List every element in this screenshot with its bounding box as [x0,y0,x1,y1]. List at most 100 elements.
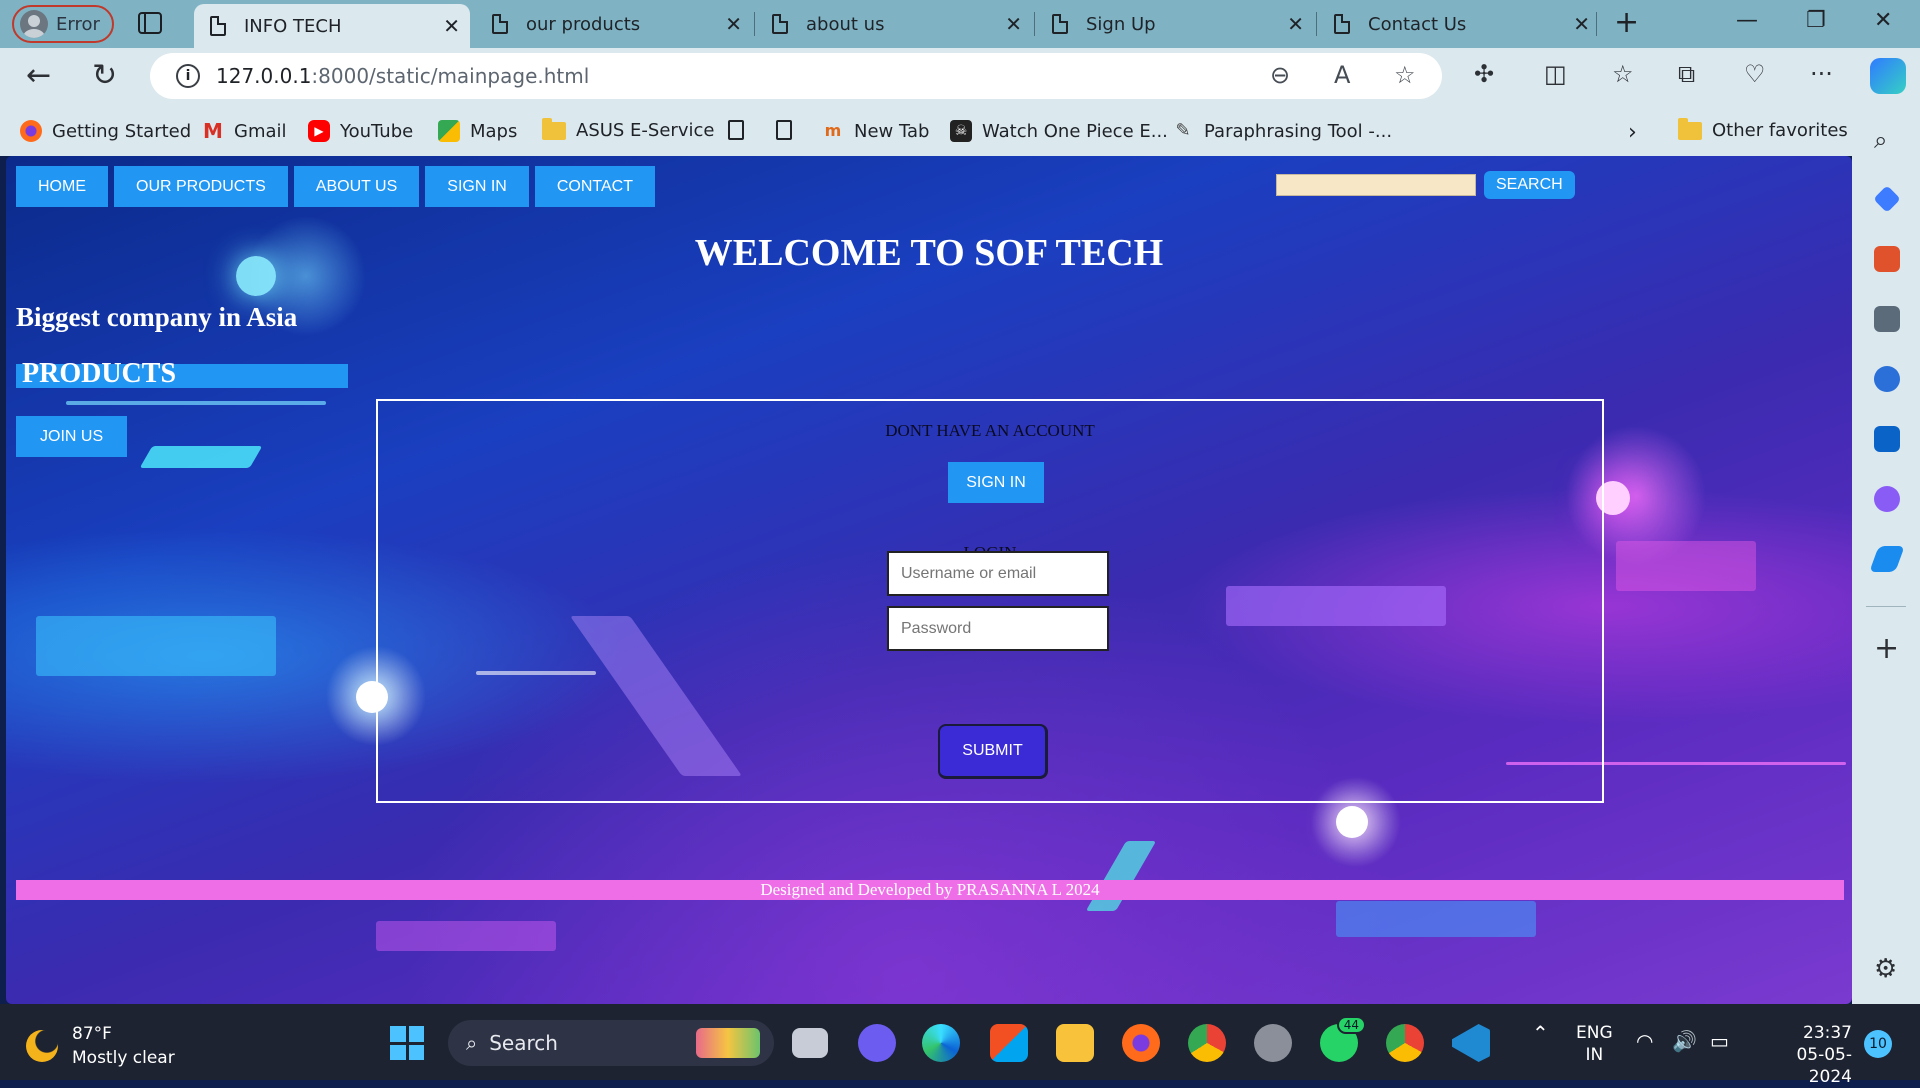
battery-icon[interactable]: ▭ [1710,1030,1729,1052]
tab-actions-icon[interactable] [138,12,162,34]
microsoft-365-icon[interactable] [1874,366,1900,392]
profile-button[interactable]: Error [12,5,114,43]
bookmark-other-favorites[interactable]: Other favorites [1678,117,1848,141]
search-button[interactable]: SEARCH [1484,171,1575,199]
firefox-icon [20,120,42,142]
clock[interactable]: 23:37 05-05-2024 [1756,1022,1852,1088]
language-indicator[interactable]: ENG IN [1576,1022,1613,1066]
firefox-icon[interactable] [1122,1024,1160,1062]
join-us-button[interactable]: JOIN US [16,416,128,457]
edge-browser-icon[interactable] [922,1024,960,1062]
decor-glow [1336,806,1368,838]
settings-gear-icon[interactable] [1254,1024,1292,1062]
avatar-icon [20,10,48,38]
bookmark-new-tab[interactable]: m New Tab [822,120,930,142]
tab-title: about us [806,13,885,35]
close-window-icon[interactable]: ✕ [1874,8,1892,33]
collections-icon[interactable]: ⧉ [1678,60,1695,88]
task-view-icon[interactable] [792,1028,828,1058]
search-highlight-icon [696,1028,760,1058]
close-icon[interactable]: ✕ [1005,12,1022,36]
chevron-up-icon[interactable]: ⌃ [1532,1022,1549,1044]
decor-shape [1085,841,1157,911]
settings-gear-icon[interactable]: ⚙ [1874,956,1900,982]
close-icon[interactable]: ✕ [1573,12,1590,36]
file-explorer-icon[interactable] [1056,1024,1094,1062]
restore-icon[interactable]: ❐ [1806,8,1826,33]
refresh-icon[interactable]: ↻ [92,58,117,94]
minimize-icon[interactable]: — [1736,8,1758,33]
address-bar[interactable]: i 127.0.0.1:8000/static/mainpage.html ⊖ … [150,53,1442,99]
volume-icon[interactable]: 🔊 [1672,1030,1697,1052]
add-icon[interactable]: + [1874,634,1900,664]
search-icon[interactable]: ⌕ [1874,126,1900,154]
bookmark-youtube[interactable]: ▶ YouTube [308,120,413,142]
nav-about-us[interactable]: ABOUT US [293,166,420,207]
chrome-profile-icon[interactable] [1188,1024,1226,1062]
taskbar-search[interactable]: ⌕ Search [448,1020,774,1066]
games-icon[interactable] [1874,306,1900,332]
weather-widget[interactable]: 87°F Mostly clear [26,1022,175,1070]
sidebar-divider [1866,606,1906,607]
submit-button[interactable]: SUBMIT [938,724,1048,779]
read-aloud-icon[interactable]: A [1334,61,1350,89]
wifi-icon[interactable]: ◠ [1636,1030,1653,1052]
favorites-icon[interactable]: ☆ [1612,60,1634,88]
outlook-icon[interactable] [1874,426,1900,452]
bookmark-page[interactable] [776,120,792,140]
back-icon[interactable]: ← [26,58,51,94]
bookmark-paraphrasing-tool[interactable]: ✎ Paraphrasing Tool -... [1172,120,1392,142]
microsoft-store-icon[interactable] [990,1024,1028,1062]
tools-icon[interactable] [1874,246,1900,272]
bookmark-asus-e-service[interactable]: ASUS E-Service [542,117,714,141]
zoom-out-icon[interactable]: ⊖ [1270,61,1290,89]
tab-title: Sign Up [1086,13,1156,35]
nav-contact[interactable]: CONTACT [534,166,655,207]
nav-our-products[interactable]: OUR PRODUCTS [114,166,288,207]
tab-sign-up[interactable]: Sign Up ✕ [1036,4,1314,44]
folder-icon [542,117,566,140]
shopping-tag-icon[interactable] [1873,185,1901,213]
tab-info-tech[interactable]: INFO TECH ✕ [194,4,470,48]
chevron-right-icon[interactable]: › [1628,120,1637,145]
bookmark-watch-one-piece[interactable]: ☠ Watch One Piece E... [950,120,1168,142]
telegram-icon[interactable] [1869,546,1905,572]
search-input[interactable] [1276,174,1476,196]
bookmark-gmail[interactable]: M Gmail [202,120,286,142]
tab-about-us[interactable]: about us ✕ [756,4,1032,44]
tab-our-products[interactable]: our products ✕ [476,4,752,44]
bookmark-getting-started[interactable]: Getting Started [20,120,191,142]
nav-home[interactable]: HOME [16,166,108,207]
browser-essentials-icon[interactable]: ♡ [1744,60,1766,88]
meet-icon[interactable] [858,1024,896,1062]
copilot-icon[interactable] [1870,58,1906,94]
extensions-icon[interactable]: ✣ [1474,60,1494,88]
close-icon[interactable]: ✕ [443,14,460,38]
vscode-icon[interactable] [1452,1024,1490,1062]
close-icon[interactable]: ✕ [725,12,742,36]
new-tab-icon[interactable]: + [1614,6,1639,40]
close-icon[interactable]: ✕ [1287,12,1304,36]
products-heading: PRODUCTS [16,360,348,388]
windows-start-icon[interactable] [390,1026,424,1060]
url-host: 127.0.0.1 [216,64,312,88]
favorite-star-icon[interactable]: ☆ [1394,61,1416,89]
whatsapp-icon[interactable]: 44 [1320,1016,1366,1062]
tab-contact-us[interactable]: Contact Us ✕ [1318,4,1600,44]
username-field[interactable] [887,551,1109,596]
site-info-icon[interactable]: i [176,64,200,88]
notification-badge[interactable]: 10 [1864,1030,1892,1058]
youtube-icon: ▶ [308,120,330,142]
designer-icon[interactable] [1874,486,1900,512]
more-menu-icon[interactable]: ··· [1810,60,1833,88]
address-bar-row: ← ↻ i 127.0.0.1:8000/static/mainpage.htm… [0,48,1920,106]
tab-separator [1034,12,1035,36]
bookmark-page[interactable] [728,120,744,140]
bookmark-maps[interactable]: Maps [438,120,517,142]
password-field[interactable] [887,606,1109,651]
chrome-icon[interactable] [1386,1024,1424,1062]
sign-in-button[interactable]: SIGN IN [948,462,1044,503]
nav-sign-in[interactable]: SIGN IN [425,166,529,207]
decor-shape [376,921,556,951]
split-screen-icon[interactable]: ◫ [1544,60,1567,88]
